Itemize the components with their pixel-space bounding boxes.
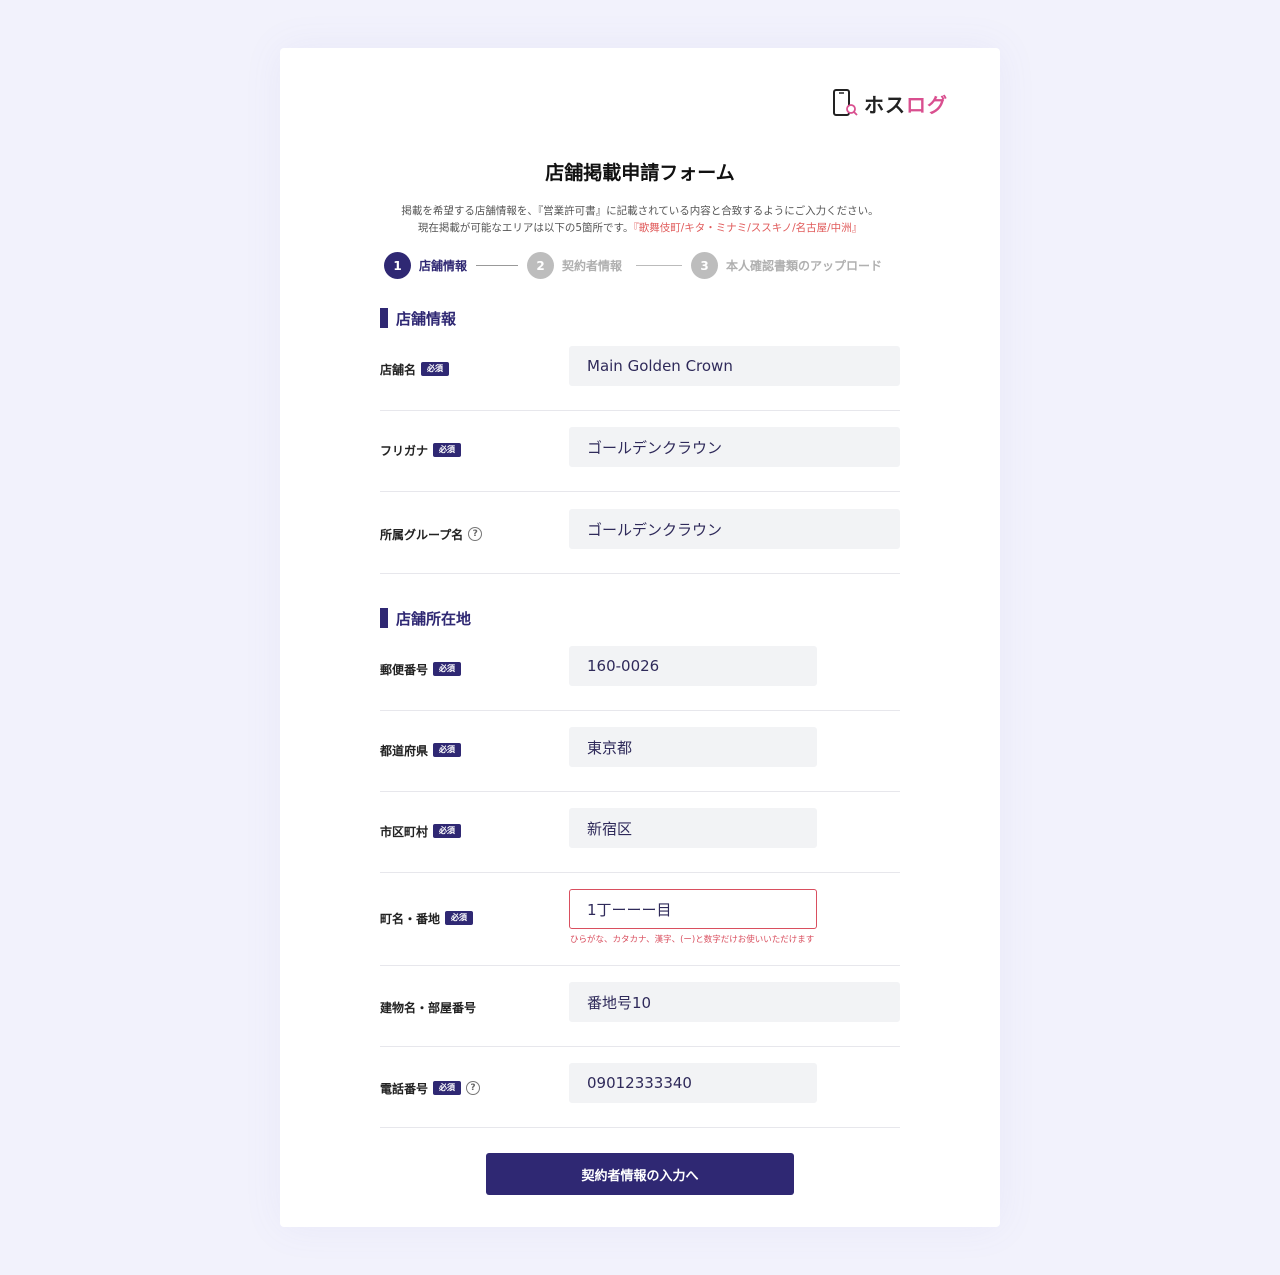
section-store-info: 店舗情報 xyxy=(380,308,456,328)
step-3-label: 本人確認書類のアップロード xyxy=(726,259,883,273)
step-2-label: 契約者情報 xyxy=(562,259,623,273)
form-description: 掲載を希望する店舗情報を、『営業許可書』に記載されている内容と合致するようにご入… xyxy=(280,203,1000,237)
step-2-number: 2 xyxy=(527,252,554,279)
group-name-input[interactable] xyxy=(569,509,900,549)
help-icon[interactable]: ? xyxy=(466,1081,481,1095)
row-town: 町名・番地 必須 ひらがな、カタカナ、漢字、(ー)と数字だけお使いいただけます xyxy=(380,889,900,966)
step-3: 3 本人確認書類のアップロード xyxy=(691,252,882,279)
row-store-name: 店舗名 必須 xyxy=(380,346,900,411)
town-input[interactable] xyxy=(569,889,817,929)
progress-stepper: 1 店舗情報 2 契約者情報 3 本人確認書類のアップロード xyxy=(384,252,904,280)
section-title: 店舗情報 xyxy=(396,309,457,328)
page-title: 店舗掲載申請フォーム xyxy=(545,162,735,184)
required-badge: 必須 xyxy=(433,743,462,757)
help-icon[interactable]: ? xyxy=(468,527,483,541)
form-card: ホスログ 店舗掲載申請フォーム 掲載を希望する店舗情報を、『営業許可書』に記載さ… xyxy=(280,48,1000,1227)
logo: ホスログ xyxy=(832,88,948,118)
row-prefecture: 都道府県 必須 xyxy=(380,727,900,792)
step-connector xyxy=(636,265,682,266)
field-label: フリガナ 必須 xyxy=(380,441,462,459)
field-label: 電話番号 必須 ? xyxy=(380,1079,481,1097)
town-error-message: ひらがな、カタカナ、漢字、(ー)と数字だけお使いいただけます xyxy=(570,935,815,945)
step-1-number: 1 xyxy=(384,252,411,279)
description-line1: 掲載を希望する店舗情報を、『営業許可書』に記載されている内容と合致するようにご入… xyxy=(401,205,879,217)
step-2: 2 契約者情報 xyxy=(527,252,622,279)
required-badge: 必須 xyxy=(433,443,462,457)
section-marker xyxy=(380,608,388,628)
furigana-input[interactable] xyxy=(569,427,900,467)
city-input[interactable] xyxy=(569,808,817,848)
row-phone: 電話番号 必須 ? xyxy=(380,1063,900,1128)
building-input[interactable] xyxy=(569,982,900,1022)
field-label: 郵便番号 必須 xyxy=(380,660,462,678)
row-postal-code: 郵便番号 必須 xyxy=(380,646,900,711)
row-building: 建物名・部屋番号 xyxy=(380,982,900,1047)
description-line2: 現在掲載が可能なエリアは以下の5箇所です。『歌舞伎町/キタ・ミナミ/ススキノ/名… xyxy=(417,222,863,234)
field-label: 所属グループ名 ? xyxy=(380,525,483,543)
field-label: 市区町村 必須 xyxy=(380,822,462,840)
step-3-number: 3 xyxy=(691,252,718,279)
section-title: 店舗所在地 xyxy=(396,609,472,628)
phone-input[interactable] xyxy=(569,1063,817,1103)
field-label: 店舗名 必須 xyxy=(380,360,450,378)
field-label: 都道府県 必須 xyxy=(380,741,462,759)
step-1: 1 店舗情報 xyxy=(384,252,467,279)
row-furigana: フリガナ 必須 xyxy=(380,427,900,492)
section-marker xyxy=(380,308,388,328)
next-step-button[interactable]: 契約者情報の入力へ xyxy=(486,1153,794,1195)
logo-text: ホスログ xyxy=(864,92,948,117)
available-areas: 『歌舞伎町/キタ・ミナミ/ススキノ/名古屋/中洲』 xyxy=(633,222,863,234)
row-city: 市区町村 必須 xyxy=(380,808,900,873)
field-label: 町名・番地 必須 xyxy=(380,909,474,927)
phone-search-icon xyxy=(833,89,858,116)
field-label: 建物名・部屋番号 xyxy=(380,1000,477,1015)
postal-code-input[interactable] xyxy=(569,646,817,686)
required-badge: 必須 xyxy=(433,662,462,676)
row-group-name: 所属グループ名 ? xyxy=(380,509,900,574)
required-badge: 必須 xyxy=(433,824,462,838)
store-name-input[interactable] xyxy=(569,346,900,386)
step-1-label: 店舗情報 xyxy=(419,259,468,273)
section-store-address: 店舗所在地 xyxy=(380,608,471,628)
required-badge: 必須 xyxy=(445,911,474,925)
prefecture-input[interactable] xyxy=(569,727,817,767)
step-connector xyxy=(476,265,518,266)
required-badge: 必須 xyxy=(433,1081,462,1095)
required-badge: 必須 xyxy=(421,362,450,376)
